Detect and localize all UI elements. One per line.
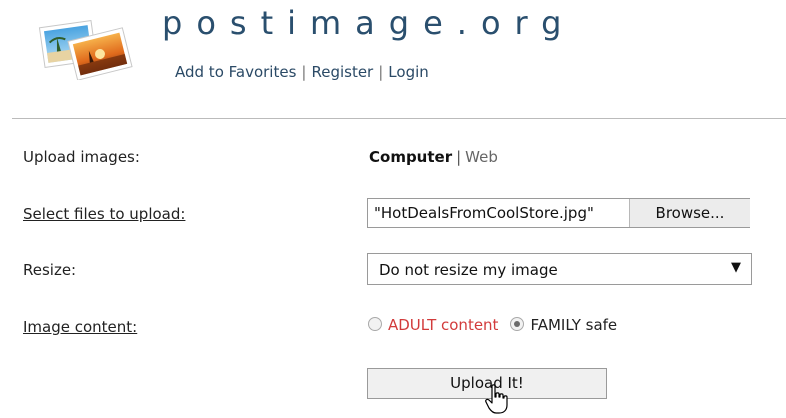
login-link[interactable]: Login [388,63,428,81]
family-safe-label[interactable]: FAMILY safe [530,316,617,334]
resize-label: Resize: [23,261,77,279]
selected-file-name: "HotDealsFromCoolStore.jpg" [374,204,594,222]
top-links: Add to Favorites | Register | Login [175,63,429,81]
upload-source-switch: Computer | Web [369,148,498,166]
select-files-label[interactable]: Select files to upload: [23,205,185,223]
browse-button[interactable]: Browse... [629,199,750,227]
dropdown-arrow-icon: ▼ [731,260,741,275]
image-content-options: ADULT content FAMILY safe [368,316,617,336]
site-title[interactable]: postimage.org [162,4,575,42]
hand-pointer-icon [484,384,512,414]
add-to-favorites-link[interactable]: Add to Favorites [175,63,296,81]
resize-selected-value: Do not resize my image [379,261,558,279]
source-web-link[interactable]: Web [465,148,498,166]
family-safe-radio[interactable] [510,317,525,331]
source-separator: | [456,148,462,166]
resize-select[interactable]: Do not resize my image ▼ [367,253,752,285]
logo-icon[interactable] [38,14,134,81]
file-input[interactable]: "HotDealsFromCoolStore.jpg" Browse... [367,198,750,228]
adult-content-radio[interactable] [368,317,382,331]
link-separator: | [378,63,384,81]
source-computer[interactable]: Computer [369,148,452,166]
upload-images-label: Upload images: [23,148,140,166]
header-divider [12,118,786,119]
photo-stack-logo [38,20,133,81]
register-link[interactable]: Register [311,63,373,81]
adult-content-label[interactable]: ADULT content [388,316,498,334]
image-content-label[interactable]: Image content: [23,318,137,336]
link-separator: | [301,63,307,81]
